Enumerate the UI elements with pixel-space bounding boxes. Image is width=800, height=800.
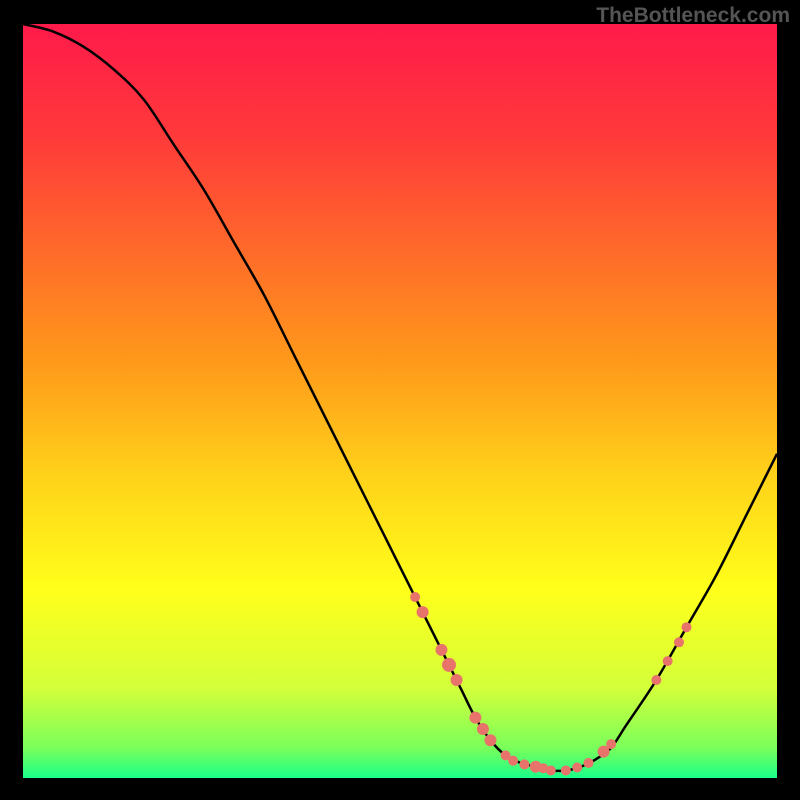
curve-marker <box>451 674 463 686</box>
curve-marker <box>435 644 447 656</box>
curve-marker <box>469 712 481 724</box>
curve-marker <box>442 658 456 672</box>
curve-marker <box>484 734 496 746</box>
curve-marker <box>417 606 429 618</box>
curve-marker <box>674 637 684 647</box>
curve-marker <box>519 759 529 769</box>
watermark-text: TheBottleneck.com <box>596 4 790 28</box>
curve-marker <box>606 739 616 749</box>
curve-marker <box>477 723 489 735</box>
curve-marker <box>572 762 582 772</box>
curve-marker <box>663 656 673 666</box>
curve-marker <box>651 675 661 685</box>
curve-marker <box>561 765 571 775</box>
curve-marker <box>584 758 594 768</box>
curve-marker <box>410 592 420 602</box>
chart-plot-area <box>23 24 777 778</box>
curve-marker <box>508 756 518 766</box>
chart-curve-layer <box>23 24 777 778</box>
curve-markers <box>410 592 691 775</box>
curve-marker <box>546 765 556 775</box>
curve-marker <box>682 622 692 632</box>
